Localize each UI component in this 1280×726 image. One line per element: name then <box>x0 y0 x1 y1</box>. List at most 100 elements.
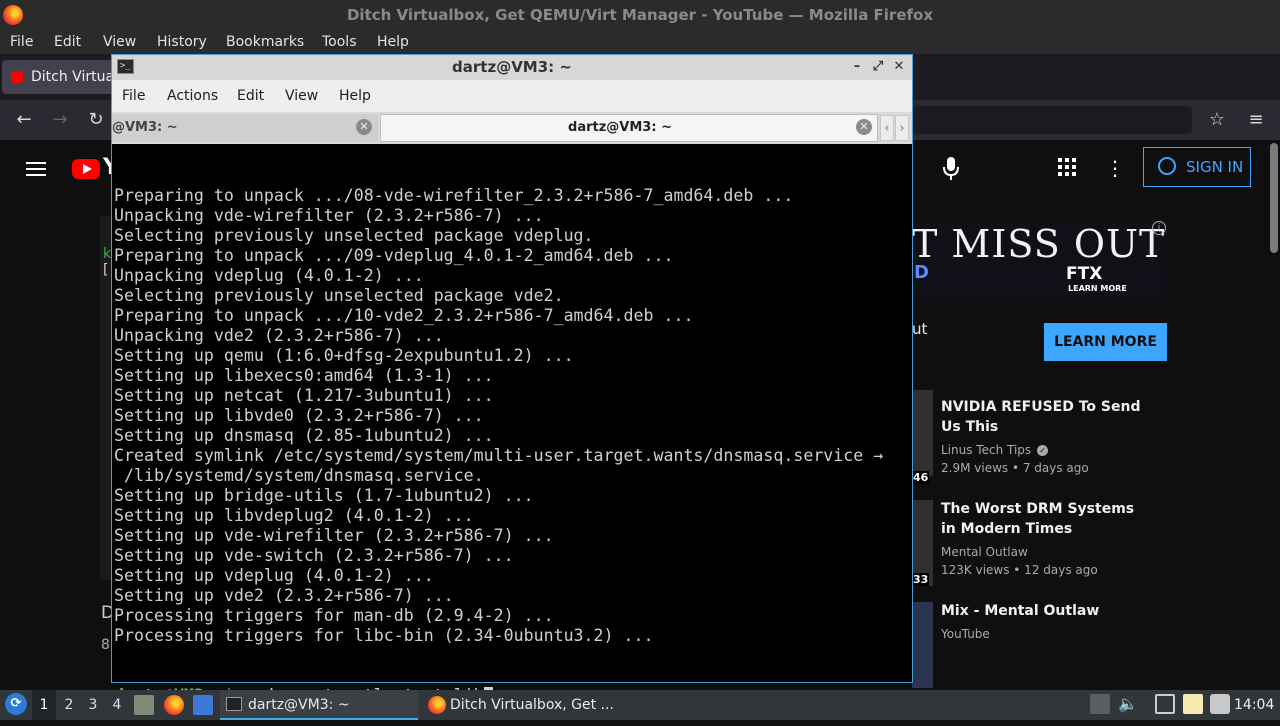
firefox-menubar: File Edit View History Bookmarks Tools H… <box>0 30 1280 54</box>
taskbar-firefox[interactable]: Ditch Virtualbox, Get ... <box>422 690 622 720</box>
youtube-logo-play-icon <box>83 164 92 174</box>
notifications-icon[interactable] <box>1210 694 1230 714</box>
terminal-line: Preparing to unpack .../10-vde2_2.3.2+r5… <box>114 306 694 325</box>
video-stats: 123K views • 12 days ago <box>941 563 1098 577</box>
minimize-icon[interactable]: – <box>848 58 866 76</box>
video-stats: 2.9M views • 7 days ago <box>941 461 1089 475</box>
ad-text-fragment: ut <box>912 320 928 338</box>
tab-scroll-left-icon[interactable]: ‹ <box>880 115 894 141</box>
firefox-launcher-icon[interactable] <box>164 695 184 715</box>
terminal-line: /lib/systemd/system/dnsmasq.service. <box>114 466 484 485</box>
terminal-line: Setting up vde2 (2.3.2+r586-7) ... <box>114 586 454 605</box>
terminal-line: Setting up bridge-utils (1.7-1ubuntu2) .… <box>114 486 534 505</box>
ff-menu-view[interactable]: View <box>103 30 136 54</box>
more-options-icon[interactable]: ⋮ <box>1103 154 1127 182</box>
start-menu-icon[interactable]: ⟳ <box>5 693 27 715</box>
firefox-window-title: Ditch Virtualbox, Get QEMU/Virt Manager … <box>346 6 934 24</box>
term-menu-help[interactable]: Help <box>339 80 371 112</box>
hamburger-menu-icon[interactable] <box>26 158 46 178</box>
video-thumbnail[interactable] <box>912 390 933 476</box>
term-menu-actions[interactable]: Actions <box>167 80 218 112</box>
video-channel[interactable]: YouTube <box>941 627 990 641</box>
terminal-line: Created symlink /etc/systemd/system/mult… <box>114 446 884 465</box>
clock[interactable]: 14:04 <box>1234 690 1274 720</box>
left-fragment-2: [ <box>103 262 109 278</box>
url-bar[interactable] <box>912 106 1192 134</box>
file-manager-icon[interactable] <box>134 695 154 715</box>
video-title[interactable]: Mix - Mental Outlaw <box>941 601 1141 621</box>
terminal-line: Unpacking vde-wirefilter (2.3.2+r586-7) … <box>114 206 544 225</box>
close-icon[interactable]: ✕ <box>890 58 908 76</box>
term-menu-file[interactable]: File <box>122 80 145 112</box>
sign-in-button[interactable]: SIGN IN <box>1143 147 1251 187</box>
tray-up-arrow-icon[interactable] <box>1090 694 1110 714</box>
left-fragment-1: k <box>103 246 112 262</box>
microphone-icon[interactable] <box>940 154 962 182</box>
video-duration: 46 <box>912 471 930 484</box>
ff-menu-edit[interactable]: Edit <box>54 30 81 54</box>
workspace-1[interactable]: 1 <box>32 690 56 720</box>
term-menu-edit[interactable]: Edit <box>237 80 264 112</box>
workspace-4[interactable]: 4 <box>105 690 129 720</box>
workspace-2[interactable]: 2 <box>57 690 81 720</box>
verified-check-icon: ✓ <box>1037 445 1049 456</box>
terminal-tab-label: dartz@VM3: ~ <box>568 120 672 135</box>
terminal-line: Processing triggers for libc-bin (2.34-0… <box>114 626 654 645</box>
youtube-favicon-icon <box>11 71 23 83</box>
tab-close-icon[interactable]: ✕ <box>356 119 372 135</box>
left-fragment-4: 8 <box>101 637 110 653</box>
video-duration: 33 <box>912 573 930 586</box>
reload-icon[interactable]: ↻ <box>82 106 110 134</box>
task-label: Ditch Virtualbox, Get ... <box>450 697 614 713</box>
tab-scroll-right-icon[interactable]: › <box>895 115 909 141</box>
ff-menu-bookmarks[interactable]: Bookmarks <box>226 30 304 54</box>
clipboard-icon[interactable] <box>1183 694 1203 714</box>
ff-menu-tools[interactable]: Tools <box>322 30 357 54</box>
terminal-line: Unpacking vdeplug (4.0.1-2) ... <box>114 266 424 285</box>
page-scrollbar[interactable] <box>1270 143 1278 253</box>
terminal-line: Setting up netcat (1.217-3ubuntu1) ... <box>114 386 494 405</box>
workspace-3[interactable]: 3 <box>81 690 105 720</box>
terminal-title: dartz@VM3: ~ <box>452 58 572 76</box>
terminal-line: Setting up libexecs0:amd64 (1.3-1) ... <box>114 366 494 385</box>
terminal-line: Unpacking vde2 (2.3.2+r586-7) ... <box>114 326 444 345</box>
forward-arrow-icon[interactable]: → <box>46 106 74 134</box>
video-title[interactable]: NVIDIA REFUSED To Send Us This <box>941 397 1141 437</box>
ff-menu-history[interactable]: History <box>157 30 207 54</box>
ff-menu-file[interactable]: File <box>10 30 33 54</box>
display-icon[interactable] <box>1155 694 1175 714</box>
terminal-line: Preparing to unpack .../08-vde-wirefilte… <box>114 186 794 205</box>
term-menu-view[interactable]: View <box>285 80 318 112</box>
terminal-line: Setting up vdeplug (4.0.1-2) ... <box>114 566 434 585</box>
desktop-icon[interactable] <box>193 695 213 715</box>
terminal-text[interactable]: Preparing to unpack .../08-vde-wirefilte… <box>114 146 910 726</box>
learn-more-button[interactable]: LEARN MORE <box>1044 323 1167 361</box>
ff-menu-help[interactable]: Help <box>377 30 409 54</box>
ad-subline: D <box>914 262 929 283</box>
taskbar-terminal[interactable]: dartz@VM3: ~ <box>220 690 418 720</box>
terminal-line: Selecting previously unselected package … <box>114 286 564 305</box>
ad-info-icon[interactable]: i <box>1152 221 1166 235</box>
app-menu-icon[interactable]: ≡ <box>1242 106 1270 134</box>
terminal-line: Setting up vde-switch (2.3.2+r586-7) ... <box>114 546 514 565</box>
apps-grid-icon[interactable] <box>1056 156 1078 178</box>
video-channel[interactable]: Linus Tech Tips ✓ <box>941 443 1049 457</box>
task-label: dartz@VM3: ~ <box>248 697 350 713</box>
taskbar <box>0 690 1280 720</box>
terminal-line: Setting up qemu (1:6.0+dfsg-2expubuntu1.… <box>114 346 574 365</box>
sign-in-label: SIGN IN <box>1186 158 1244 176</box>
terminal-line: Setting up dnsmasq (2.85-1ubuntu2) ... <box>114 426 494 445</box>
volume-icon[interactable]: 🔈 <box>1118 694 1138 714</box>
account-icon <box>1158 157 1176 175</box>
video-title[interactable]: The Worst DRM Systems in Modern Times <box>941 499 1141 539</box>
bookmark-star-icon[interactable]: ☆ <box>1203 106 1231 134</box>
video-channel[interactable]: Mental Outlaw <box>941 545 1028 559</box>
ad-headline: T MISS OUT <box>912 222 1166 266</box>
terminal-line: Setting up vde-wirefilter (2.3.2+r586-7)… <box>114 526 554 545</box>
video-thumbnail[interactable] <box>912 602 933 688</box>
terminal-lines: Preparing to unpack .../08-vde-wirefilte… <box>114 186 910 646</box>
maximize-icon[interactable]: ⤢ <box>869 58 887 76</box>
terminal-line: Preparing to unpack .../09-vdeplug_4.0.1… <box>114 246 674 265</box>
back-arrow-icon[interactable]: ← <box>10 106 38 134</box>
tab-close-icon[interactable]: ✕ <box>856 119 872 135</box>
